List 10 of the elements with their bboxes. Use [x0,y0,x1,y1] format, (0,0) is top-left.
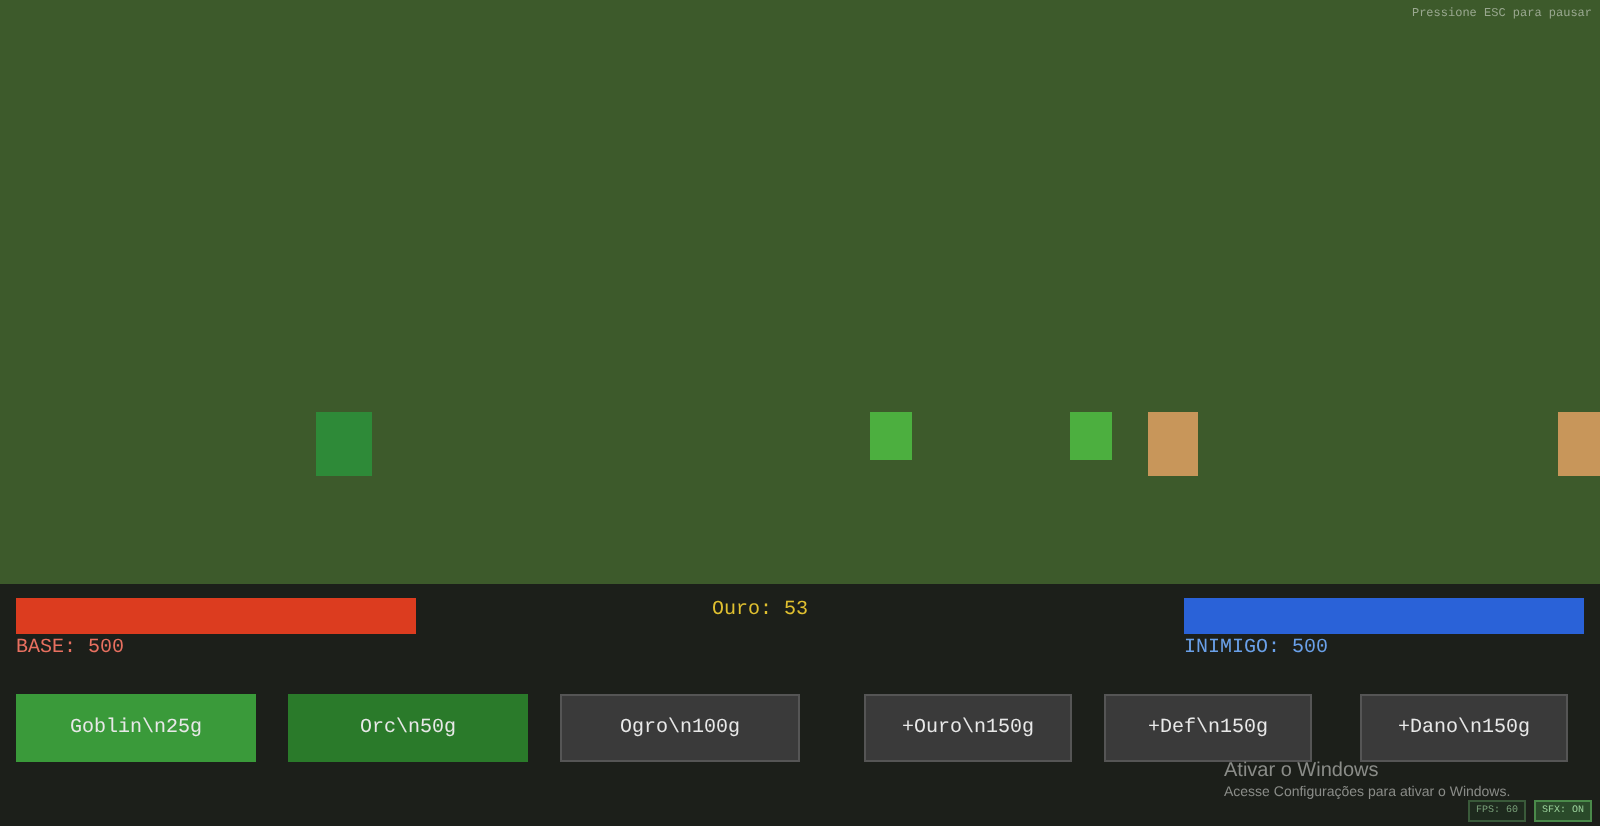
ally-unit [1070,412,1112,460]
enemy-unit [1558,412,1600,476]
enemy-unit [1148,412,1198,476]
ally-unit [870,412,912,460]
enemy-health-label: INIMIGO: 500 [1183,638,1330,662]
ally-unit [316,412,372,476]
activation-title: Ativar o Windows [1224,760,1381,784]
currency-counter: Ouro: 53 [711,598,808,626]
base-health-label: BASE: 500 [16,638,127,662]
spawn-unit-button[interactable]: Orc\n50g [288,694,528,762]
